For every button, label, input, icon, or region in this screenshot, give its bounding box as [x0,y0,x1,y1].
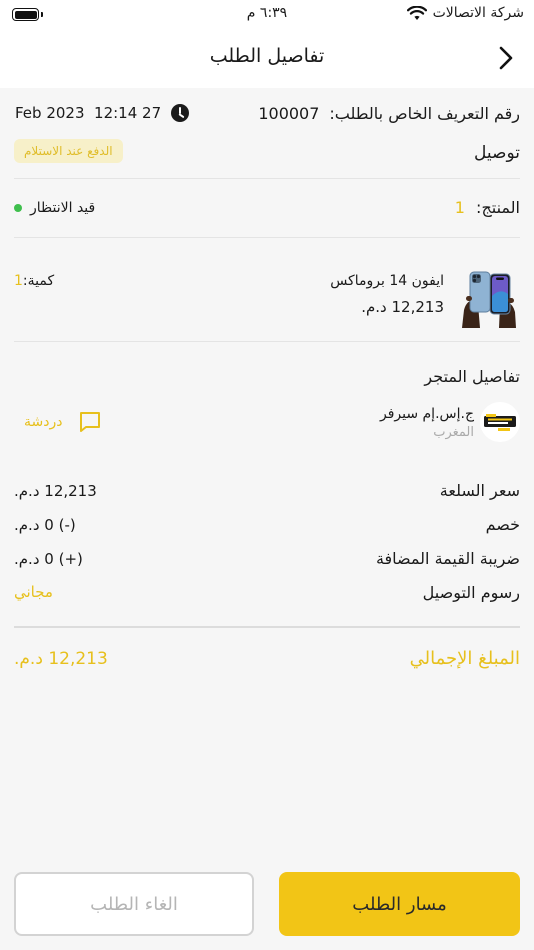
chat-icon [80,412,101,432]
battery-icon [12,8,39,21]
chat-button[interactable]: دردشة [24,410,102,434]
summary-value-discount: (-) 0 د.م. [14,516,76,534]
product-quantity: كمية:1 [14,273,54,289]
status-dot [14,204,22,212]
quantity-label: كمية: [22,273,55,289]
order-id-label: رقم التعريف الخاص بالطلب: [329,104,520,123]
track-order-button[interactable]: مسار الطلب [279,872,520,936]
store-country: المغرب [433,425,474,440]
store-name: ج.إس.إم سيرفر [379,406,474,422]
summary-label-subtotal: سعر السلعة [439,481,520,500]
status-time: ٦:٣٩ م [246,5,288,21]
status-text: قيد الانتظار [30,200,96,216]
page-title: تفاصيل الطلب [209,45,325,67]
order-datetime: Feb 2023 12:14 27 [15,104,190,122]
product-price: 12,213 د.م. [361,298,444,316]
chevron-right-icon [499,46,513,70]
product-count-value: 1 [454,198,465,217]
product-name: ايفون 14 بروماكس [330,273,444,289]
quantity-value: 1 [14,273,23,289]
product-count: المنتج: 1 [455,198,520,217]
order-id-row: رقم التعريف الخاص بالطلب: 100007 [258,104,520,123]
summary-label-delivery: رسوم التوصيل [422,583,520,602]
total-divider [14,626,520,628]
summary-value-delivery: مجاني [14,583,53,601]
divider [14,341,520,342]
store-logo-image [480,402,520,442]
order-id-value: 100007 [258,104,320,123]
order-status: قيد الانتظار [14,200,95,216]
summary-label-vat: ضريبة القيمة المضافة [375,549,520,568]
cancel-order-button[interactable]: الغاء الطلب [14,872,254,936]
battery-tip [41,12,43,17]
order-datetime-text: Feb 2023 12:14 27 [15,104,162,122]
product-image [462,271,516,328]
clock-icon [171,104,190,122]
total-label: المبلغ الإجمالي [409,648,520,669]
status-bar: شركة الاتصالات ٦:٣٩ م [0,0,534,30]
divider [14,237,520,238]
header: تفاصيل الطلب [0,30,534,88]
store-logo[interactable] [480,402,520,442]
product-count-label: المنتج: [476,198,520,217]
delivery-type: توصيل [474,143,520,163]
summary-label-discount: خصم [485,515,520,534]
total-value: 12,213 د.م. [14,649,108,669]
store-section-title: تفاصيل المتجر [424,367,520,386]
summary-value-subtotal: 12,213 د.م. [14,482,97,500]
divider [14,178,520,179]
payment-badge: الدفع عند الاستلام [14,139,123,163]
chat-label: دردشة [24,414,63,430]
summary-value-vat: (+) 0 د.م. [14,550,83,568]
back-button[interactable] [494,44,518,72]
